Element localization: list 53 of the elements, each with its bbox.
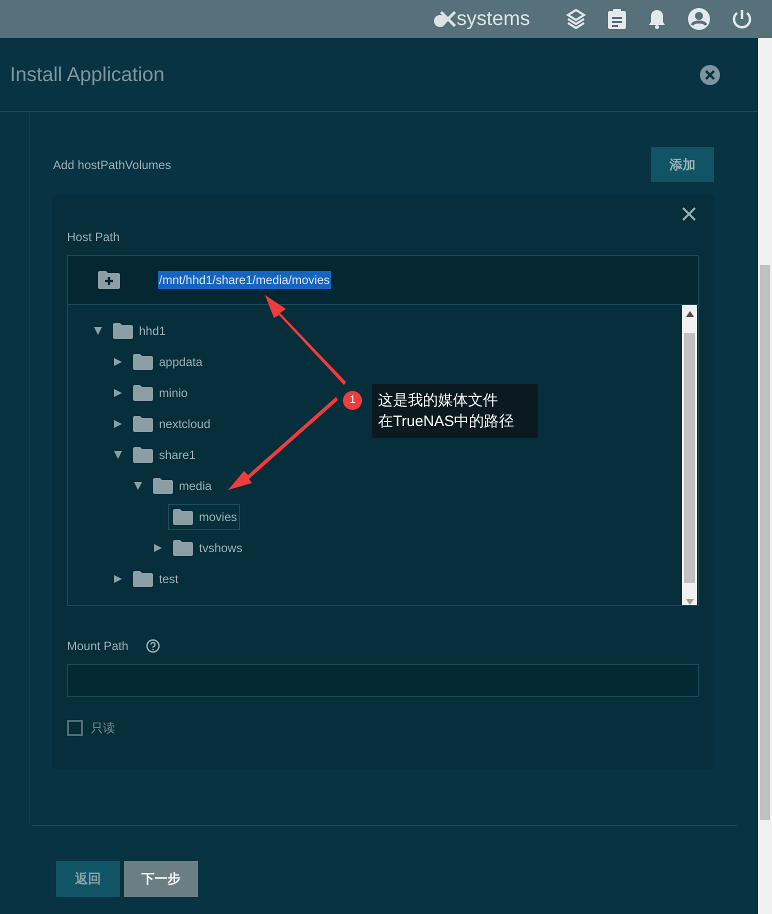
- logo-icon: [434, 9, 456, 29]
- field-label: Mount Path: [67, 638, 128, 655]
- annotation-text: 这是我的媒体文件: [378, 391, 499, 411]
- folder-icon: [133, 384, 153, 400]
- caret-icon[interactable]: [154, 544, 162, 552]
- dialog-title: Install Application: [10, 62, 165, 88]
- mount-path-field[interactable]: [67, 664, 699, 697]
- checkbox-label: 只读: [91, 720, 115, 737]
- tree-item[interactable]: media: [148, 472, 215, 498]
- close-icon[interactable]: [700, 64, 720, 84]
- next-button[interactable]: 下一步: [124, 861, 198, 897]
- path-field[interactable]: /mnt/hhd1/share1/media/movies: [68, 256, 698, 305]
- new-folder-icon[interactable]: [98, 271, 120, 289]
- caret-icon[interactable]: [114, 388, 122, 396]
- tree-item[interactable]: hhd1: [108, 318, 169, 344]
- back-button[interactable]: 返回: [56, 861, 120, 897]
- layers-icon[interactable]: [566, 9, 586, 29]
- tree-item[interactable]: minio: [128, 380, 191, 406]
- folder-icon: [133, 416, 153, 432]
- folder-icon: [133, 570, 153, 586]
- clipboard-icon[interactable]: [608, 9, 626, 29]
- help-icon[interactable]: [146, 639, 160, 653]
- checkbox[interactable]: [67, 720, 83, 736]
- logo: systems: [434, 9, 530, 29]
- caret-icon[interactable]: [94, 326, 102, 334]
- account-icon[interactable]: [688, 8, 710, 30]
- bell-icon[interactable]: [648, 9, 666, 29]
- power-icon[interactable]: [732, 9, 752, 29]
- close-icon[interactable]: [682, 207, 696, 221]
- caret-icon[interactable]: [114, 420, 122, 428]
- folder-icon: [173, 508, 193, 524]
- caret-icon[interactable]: [114, 574, 122, 582]
- annotation-text: 在TrueNAS中的路径: [378, 412, 516, 432]
- tree-item[interactable]: movies: [168, 504, 240, 530]
- tree-item[interactable]: appdata: [128, 348, 206, 374]
- tree-item[interactable]: tvshows: [168, 534, 246, 560]
- folder-icon: [153, 478, 173, 494]
- caret-icon[interactable]: [134, 482, 142, 490]
- scrollbar[interactable]: [682, 305, 697, 605]
- folder-icon: [133, 354, 153, 370]
- add-button[interactable]: 添加: [651, 147, 714, 182]
- folder-icon: [173, 540, 193, 556]
- caret-icon[interactable]: [114, 358, 122, 366]
- folder-icon: [113, 322, 133, 338]
- field-label: Host Path: [67, 229, 121, 246]
- tree-item[interactable]: test: [128, 566, 182, 592]
- page-scrollbar[interactable]: [758, 38, 772, 914]
- section-label: Add hostPathVolumes: [53, 156, 172, 174]
- scroll-up-icon[interactable]: [686, 311, 694, 317]
- folder-icon: [133, 446, 153, 462]
- tree-item[interactable]: share1: [128, 442, 199, 468]
- caret-icon[interactable]: [114, 450, 122, 458]
- tree-item[interactable]: nextcloud: [128, 410, 214, 436]
